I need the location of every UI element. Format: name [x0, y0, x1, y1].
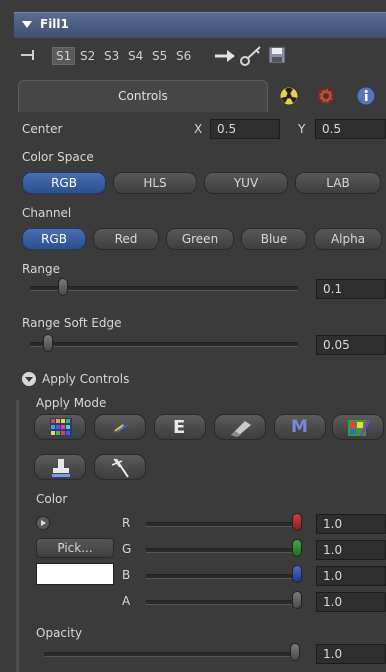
slot-s3[interactable]: S3 [104, 49, 119, 63]
center-y-label: Y [298, 122, 306, 136]
slot-s4[interactable]: S4 [128, 49, 143, 63]
range-field[interactable]: 0.1 [316, 279, 386, 299]
apply-mode-color-map-button[interactable] [332, 414, 384, 440]
erase-icon [229, 419, 253, 440]
tab-info-icon[interactable] [356, 86, 376, 106]
color-a-slider-thumb[interactable] [292, 591, 302, 609]
range-soft-edge-slider-thumb[interactable] [43, 334, 53, 352]
color-a-field[interactable]: 1.0 [316, 592, 386, 612]
color-b-slider-track[interactable] [146, 574, 298, 579]
opacity-label: Opacity [36, 626, 83, 640]
color-swatch[interactable] [36, 563, 114, 585]
tab-strip: Controls [14, 80, 386, 112]
range-soft-edge-field[interactable]: 0.05 [316, 335, 386, 355]
slot-s1[interactable]: S1 [52, 47, 76, 65]
apply-mode-stamp-button[interactable] [34, 454, 86, 480]
color-g-field[interactable]: 1.0 [316, 540, 386, 560]
channel-green-button[interactable]: Green [166, 228, 234, 250]
tab-settings-gear-icon[interactable] [316, 86, 336, 106]
apply-controls-collapse-icon[interactable] [22, 372, 36, 386]
pin-icon[interactable] [20, 48, 38, 62]
slot-s6[interactable]: S6 [176, 49, 191, 63]
color-r-slider-track[interactable] [146, 522, 298, 527]
opacity-field[interactable]: 1.0 [316, 644, 386, 664]
tab-controls[interactable]: Controls [18, 80, 268, 112]
apply-mode-normal-button[interactable] [34, 414, 86, 440]
apply-mode-matte-button[interactable]: M [274, 414, 326, 440]
center-x-field[interactable]: 0.5 [210, 119, 280, 139]
apply-controls-label: Apply Controls [42, 372, 130, 386]
tab-controls-label: Controls [118, 89, 168, 103]
range-slider-thumb[interactable] [58, 278, 68, 296]
tab-radioactive-icon[interactable] [279, 86, 299, 106]
apply-mode-wand-button[interactable] [94, 454, 146, 480]
color-space-label: Color Space [22, 150, 94, 164]
channel-alpha-button[interactable]: Alpha [314, 228, 382, 250]
color-g-label: G [122, 542, 132, 556]
center-x-label: X [194, 122, 203, 136]
range-label: Range [22, 262, 61, 276]
arrow-right-icon[interactable] [214, 48, 236, 64]
toolbar: S1 S2 S3 S4 S5 S6 [14, 42, 386, 72]
color-b-field[interactable]: 1.0 [316, 566, 386, 586]
color-space-lab-button[interactable]: LAB [295, 172, 381, 194]
apply-mode-label: Apply Mode [36, 396, 107, 410]
center-label: Center [22, 122, 63, 136]
normal-icon [50, 418, 72, 439]
color-b-slider-thumb[interactable] [292, 565, 302, 583]
color-r-label: R [122, 516, 131, 530]
range-soft-edge-label: Range Soft Edge [22, 316, 122, 330]
color-a-slider-track[interactable] [146, 600, 298, 605]
stamp-icon [50, 458, 72, 481]
merge-icon [109, 419, 133, 440]
color-g-slider-thumb[interactable] [292, 539, 302, 557]
apply-mode-erase-button[interactable] [214, 414, 266, 440]
e-icon: E [173, 417, 186, 438]
opacity-slider-track[interactable] [44, 652, 298, 657]
color-b-label: B [122, 568, 131, 582]
color-space-hls-button[interactable]: HLS [113, 172, 197, 194]
wand-icon [110, 457, 132, 482]
channel-label: Channel [22, 206, 72, 220]
color-label: Color [36, 492, 68, 506]
slot-s2[interactable]: S2 [80, 49, 95, 63]
center-y-field[interactable]: 0.5 [315, 119, 386, 139]
color-space-rgb-button[interactable]: RGB [22, 172, 106, 194]
opacity-slider-thumb[interactable] [290, 643, 300, 661]
channel-rgb-button[interactable]: RGB [22, 228, 86, 250]
color-space-yuv-button[interactable]: YUV [204, 172, 288, 194]
apply-mode-merge-button[interactable] [94, 414, 146, 440]
range-soft-edge-slider-track[interactable] [30, 342, 298, 347]
apply-mode-e-button[interactable]: E [154, 414, 206, 440]
channel-blue-button[interactable]: Blue [241, 228, 307, 250]
color-a-label: A [122, 594, 131, 608]
pick-color-button[interactable]: Pick... [36, 538, 114, 558]
apply-controls-section-bar [16, 400, 19, 672]
collapse-triangle-icon[interactable] [22, 21, 32, 28]
channel-red-button[interactable]: Red [93, 228, 159, 250]
key-icon[interactable] [238, 44, 264, 68]
slot-s5[interactable]: S5 [152, 49, 167, 63]
color-r-field[interactable]: 1.0 [316, 514, 386, 534]
color-r-slider-thumb[interactable] [292, 513, 302, 531]
node-header[interactable]: Fill1 [14, 12, 386, 38]
color-g-slider-track[interactable] [146, 548, 298, 553]
range-slider-track[interactable] [30, 286, 298, 291]
node-title: Fill1 [40, 17, 69, 31]
save-icon[interactable] [268, 46, 286, 64]
color-expand-icon[interactable] [36, 516, 50, 530]
color-map-icon [347, 418, 371, 441]
matte-icon: M [291, 417, 308, 437]
